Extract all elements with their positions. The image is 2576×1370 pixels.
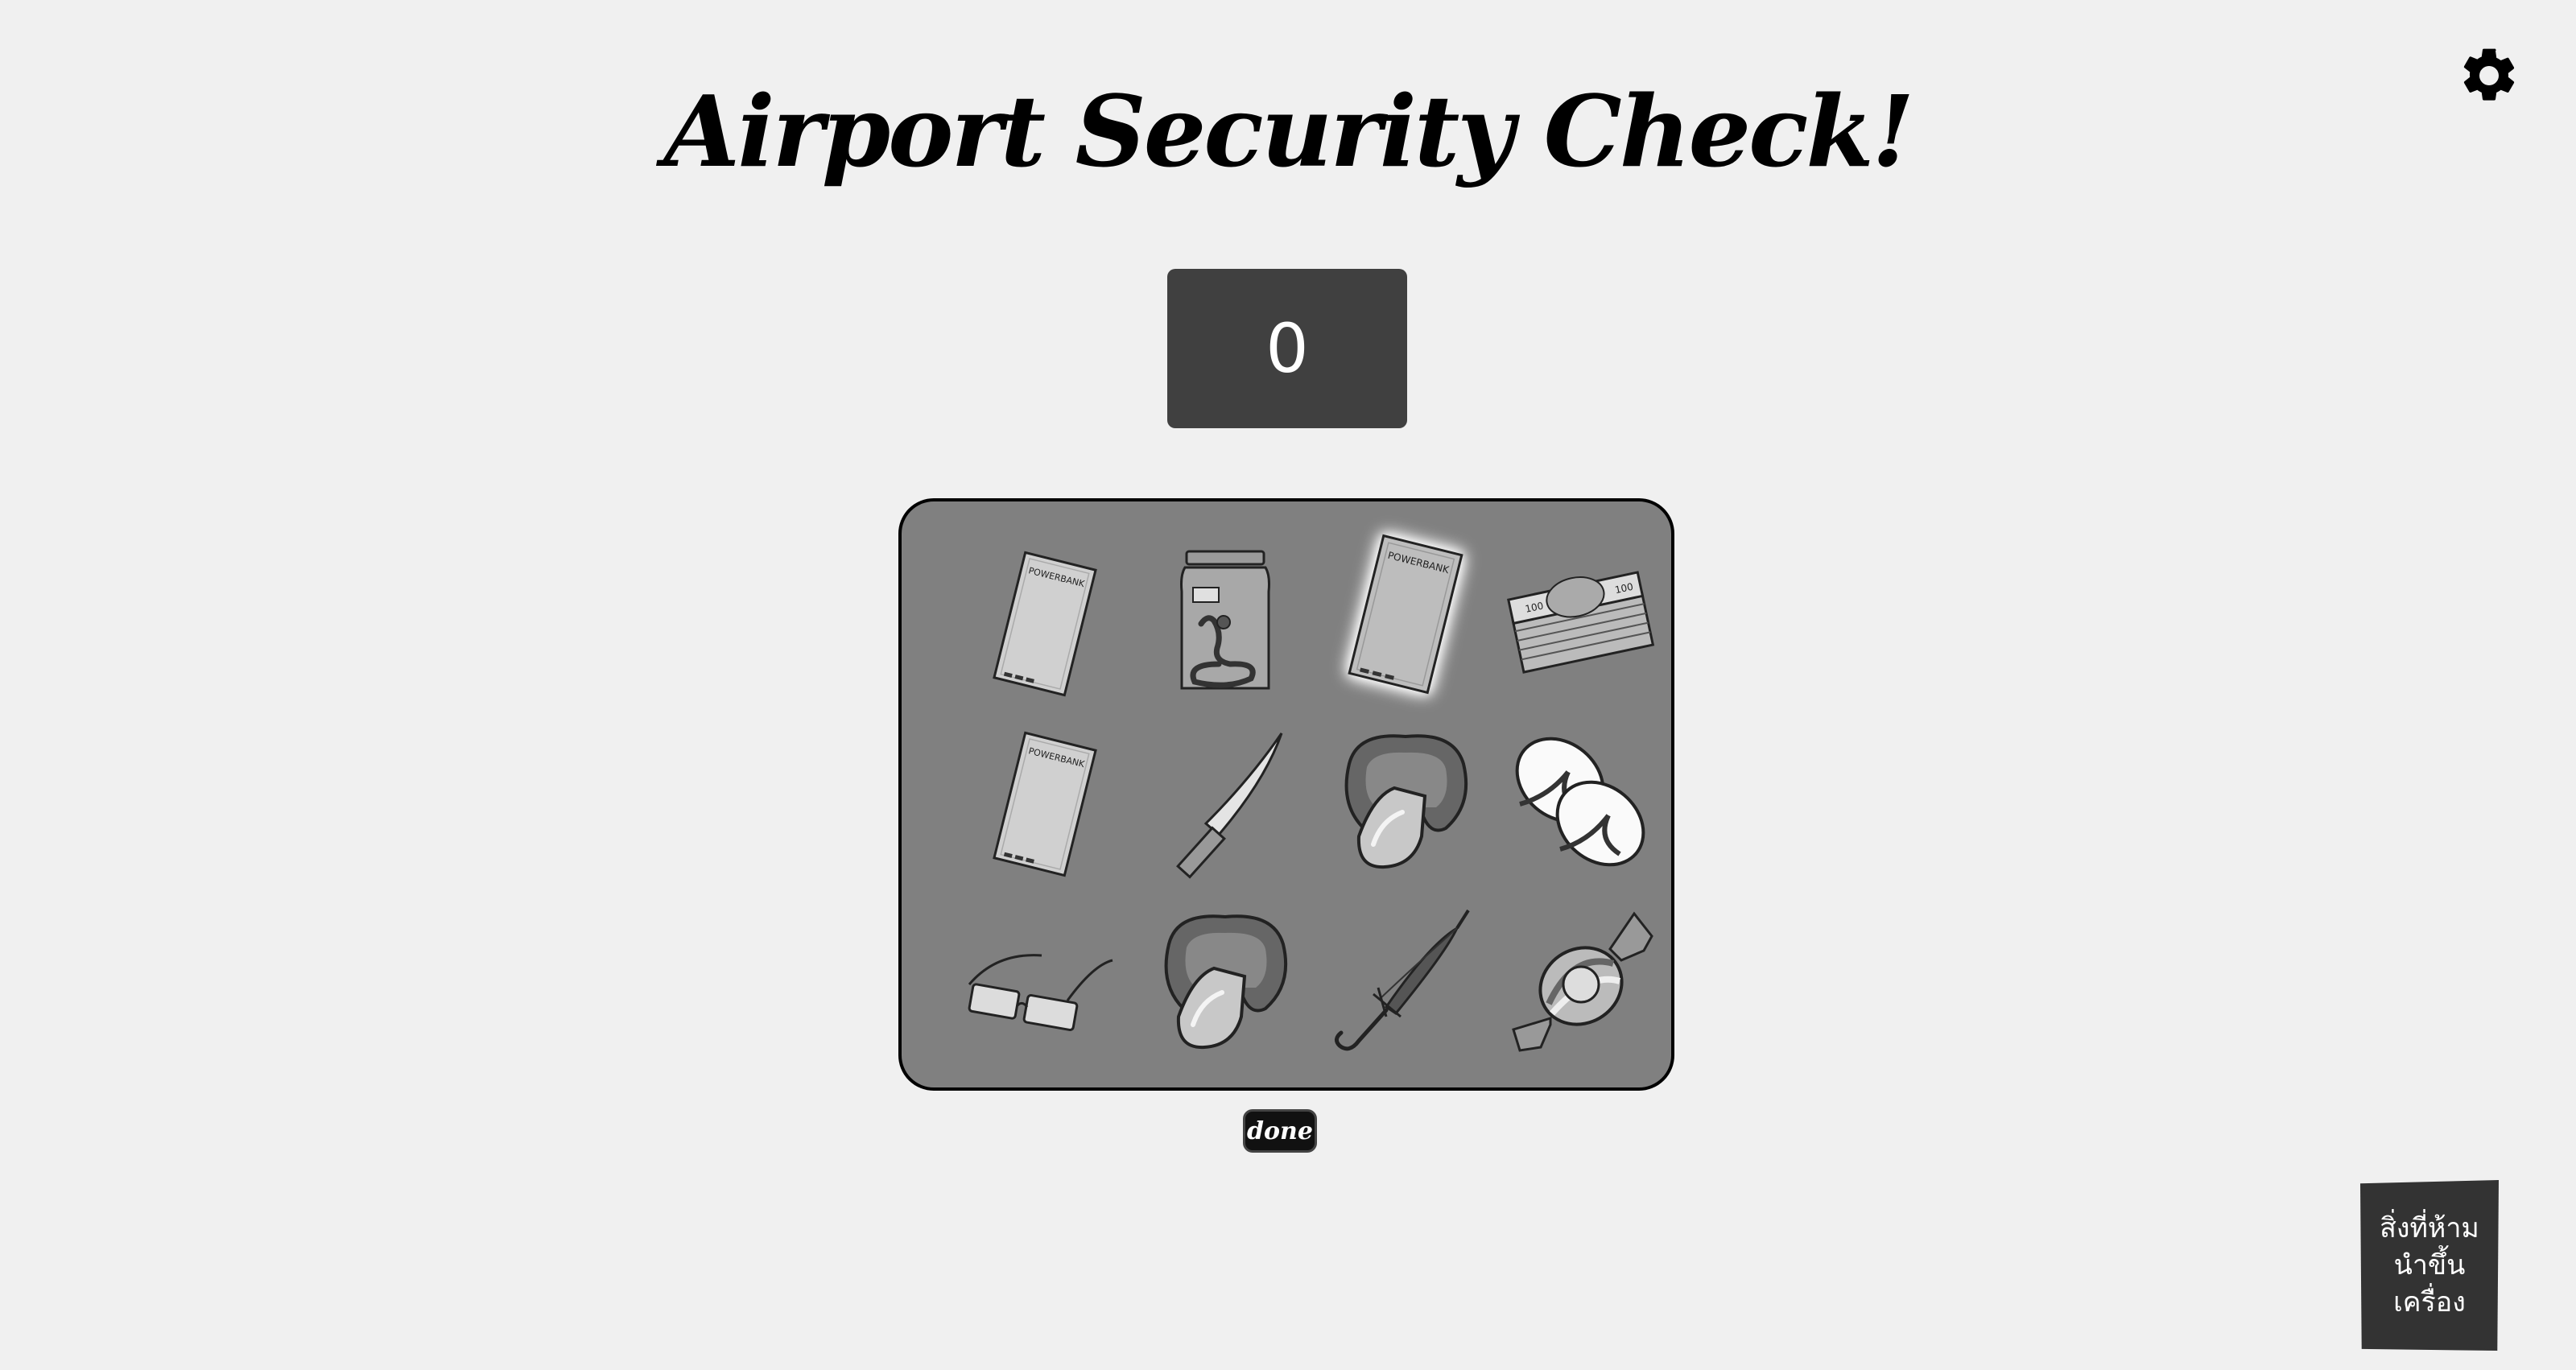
done-button[interactable]: done [1243, 1109, 1317, 1153]
snake-jar-icon [1180, 550, 1270, 690]
cash-stack-icon: 100 100 [1507, 571, 1655, 674]
powerbank-icon: POWERBANK [1348, 534, 1463, 695]
flip-flops-icon [1515, 737, 1645, 867]
umbrella-icon [1335, 909, 1470, 1051]
powerbank-icon: POWERBANK [993, 551, 1097, 697]
grid-item-powerbank[interactable]: POWERBANK [964, 543, 1125, 704]
grid-item-powerbank-highlighted[interactable]: POWERBANK [1325, 534, 1486, 695]
grid-item-umbrella[interactable] [1325, 904, 1486, 1065]
grid-item-glasses[interactable] [964, 904, 1125, 1065]
grid-item-knife[interactable] [1145, 724, 1306, 885]
game-page: Airport Security Check! 0 POWERBANK POWE… [0, 0, 2576, 1370]
prohibited-items-card[interactable]: สิ่งที่ห้ามนำขึ้นเครื่อง [2360, 1180, 2499, 1351]
grid-item-handcuffs[interactable] [1145, 904, 1306, 1065]
grid-item-cash-stack[interactable]: 100 100 [1501, 543, 1662, 704]
score-display: 0 [1167, 269, 1407, 428]
page-title: Airport Security Check! [663, 73, 1915, 189]
powerbank-icon: POWERBANK [993, 731, 1097, 877]
knife-icon [1176, 732, 1283, 879]
grid-item-flip-flops[interactable] [1501, 724, 1662, 885]
glasses-icon [968, 954, 1113, 1031]
handcuffs-icon [1344, 734, 1468, 869]
candy-icon [1512, 911, 1653, 1052]
grid-item-candy[interactable] [1501, 904, 1662, 1065]
grid-item-powerbank[interactable]: POWERBANK [964, 724, 1125, 885]
gear-icon[interactable] [2457, 43, 2521, 108]
handcuffs-icon [1164, 914, 1288, 1050]
item-grid: POWERBANK POWERBANK 100 100 POWERBANK [898, 498, 1674, 1091]
grid-item-handcuffs[interactable] [1325, 724, 1486, 885]
grid-item-snake-jar[interactable] [1145, 543, 1306, 704]
